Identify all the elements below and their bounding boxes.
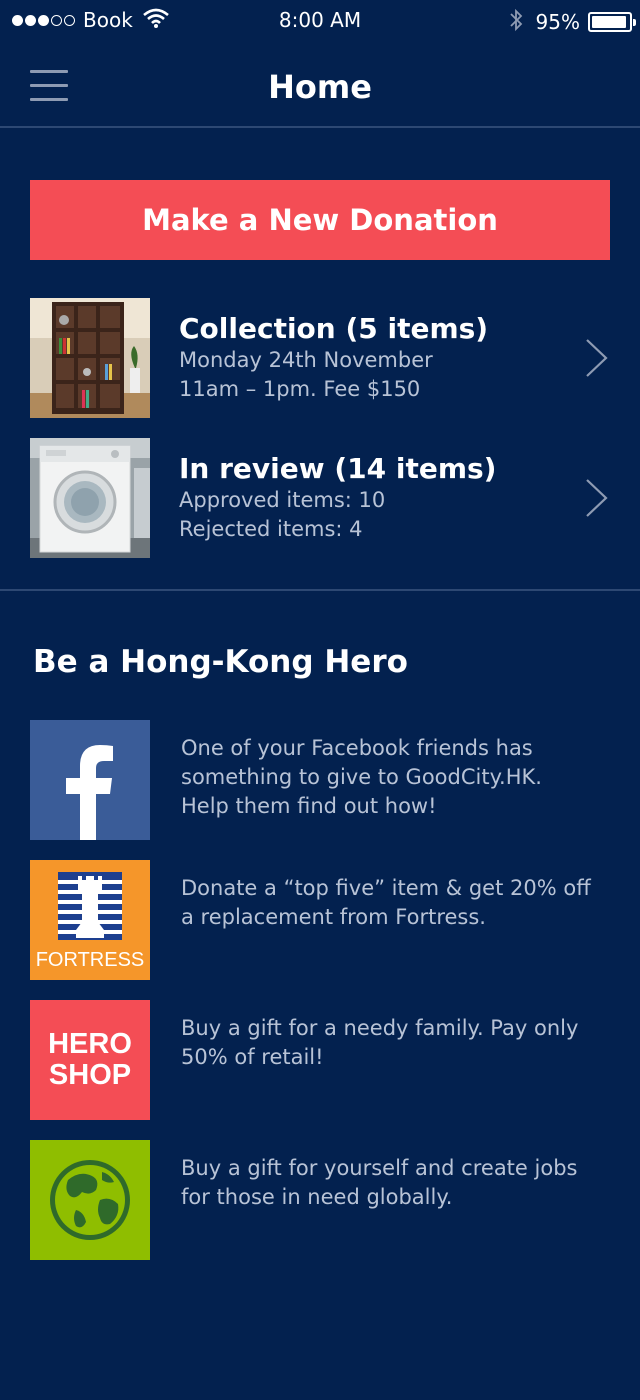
hero-shop-logo-line: HERO xyxy=(48,1028,132,1060)
hero-item-facebook[interactable]: One of your Facebook friends has somethi… xyxy=(30,720,610,840)
donation-date: Monday 24th November xyxy=(179,348,433,372)
hero-item-fortress[interactable]: FORTRESS Donate a “top five” item & get … xyxy=(30,860,610,980)
text-line: Buy a gift for yourself and create jobs xyxy=(181,1156,578,1180)
donation-row-in-review[interactable]: In review (14 items) Approved items: 10 … xyxy=(30,438,610,558)
battery-percent: 95% xyxy=(535,10,580,34)
hero-item-global-gift[interactable]: Buy a gift for yourself and create jobs … xyxy=(30,1140,610,1260)
fortress-logo-text: FORTRESS xyxy=(35,949,145,971)
facebook-icon xyxy=(30,720,150,840)
hero-section-title: Be a Hong-Kong Hero xyxy=(33,644,408,680)
approved-items: Approved items: 10 xyxy=(179,488,386,512)
text-line: for those in need globally. xyxy=(181,1185,453,1209)
text-line: 50% of retail! xyxy=(181,1045,324,1069)
navigation-bar: Home xyxy=(0,40,640,128)
hero-item-description: One of your Facebook friends has somethi… xyxy=(181,734,611,821)
hero-shop-logo: HERO SHOP xyxy=(30,1000,150,1120)
chevron-right-icon xyxy=(586,479,608,517)
status-bar: Book 8:00 AM 95% xyxy=(0,0,640,40)
text-line: something to give to GoodCity.HK. xyxy=(181,765,542,789)
text-line: One of your Facebook friends has xyxy=(181,736,533,760)
hero-item-hero-shop[interactable]: HERO SHOP Buy a gift for a needy family.… xyxy=(30,1000,610,1120)
battery-cap xyxy=(633,19,636,26)
fortress-logo: FORTRESS xyxy=(30,860,150,980)
text-line: a replacement from Fortress. xyxy=(181,905,486,929)
rejected-items: Rejected items: 4 xyxy=(179,517,363,541)
text-line: Buy a gift for a needy family. Pay only xyxy=(181,1016,579,1040)
status-bar-right: 95% xyxy=(508,8,636,36)
hero-item-description: Buy a gift for a needy family. Pay only … xyxy=(181,1014,611,1072)
chevron-right-icon xyxy=(586,339,608,377)
make-new-donation-button[interactable]: Make a New Donation xyxy=(30,180,610,260)
washing-machine-thumbnail xyxy=(30,438,150,558)
donation-info: In review (14 items) Approved items: 10 … xyxy=(179,452,579,544)
battery-icon xyxy=(588,12,636,32)
section-divider xyxy=(0,589,640,591)
home-screen: Book 8:00 AM 95% Home Make a New Donatio… xyxy=(0,0,640,1400)
page-title: Home xyxy=(268,68,372,106)
bookshelf-thumbnail xyxy=(30,298,150,418)
text-line: Donate a “top five” item & get 20% off xyxy=(181,876,591,900)
hero-item-description: Donate a “top five” item & get 20% off a… xyxy=(181,874,611,932)
donation-info: Collection (5 items) Monday 24th Novembe… xyxy=(179,312,579,404)
donation-title: In review (14 items) xyxy=(179,452,497,485)
donation-title: Collection (5 items) xyxy=(179,312,489,345)
text-line: Help them find out how! xyxy=(181,794,437,818)
globe-icon xyxy=(30,1140,150,1260)
hero-item-description: Buy a gift for yourself and create jobs … xyxy=(181,1154,611,1212)
bluetooth-icon xyxy=(508,8,524,36)
donation-time-fee: 11am – 1pm. Fee $150 xyxy=(179,377,421,401)
battery-level-fill xyxy=(592,16,627,28)
donation-row-collection[interactable]: Collection (5 items) Monday 24th Novembe… xyxy=(30,298,610,418)
hero-shop-logo-line: SHOP xyxy=(48,1059,132,1091)
